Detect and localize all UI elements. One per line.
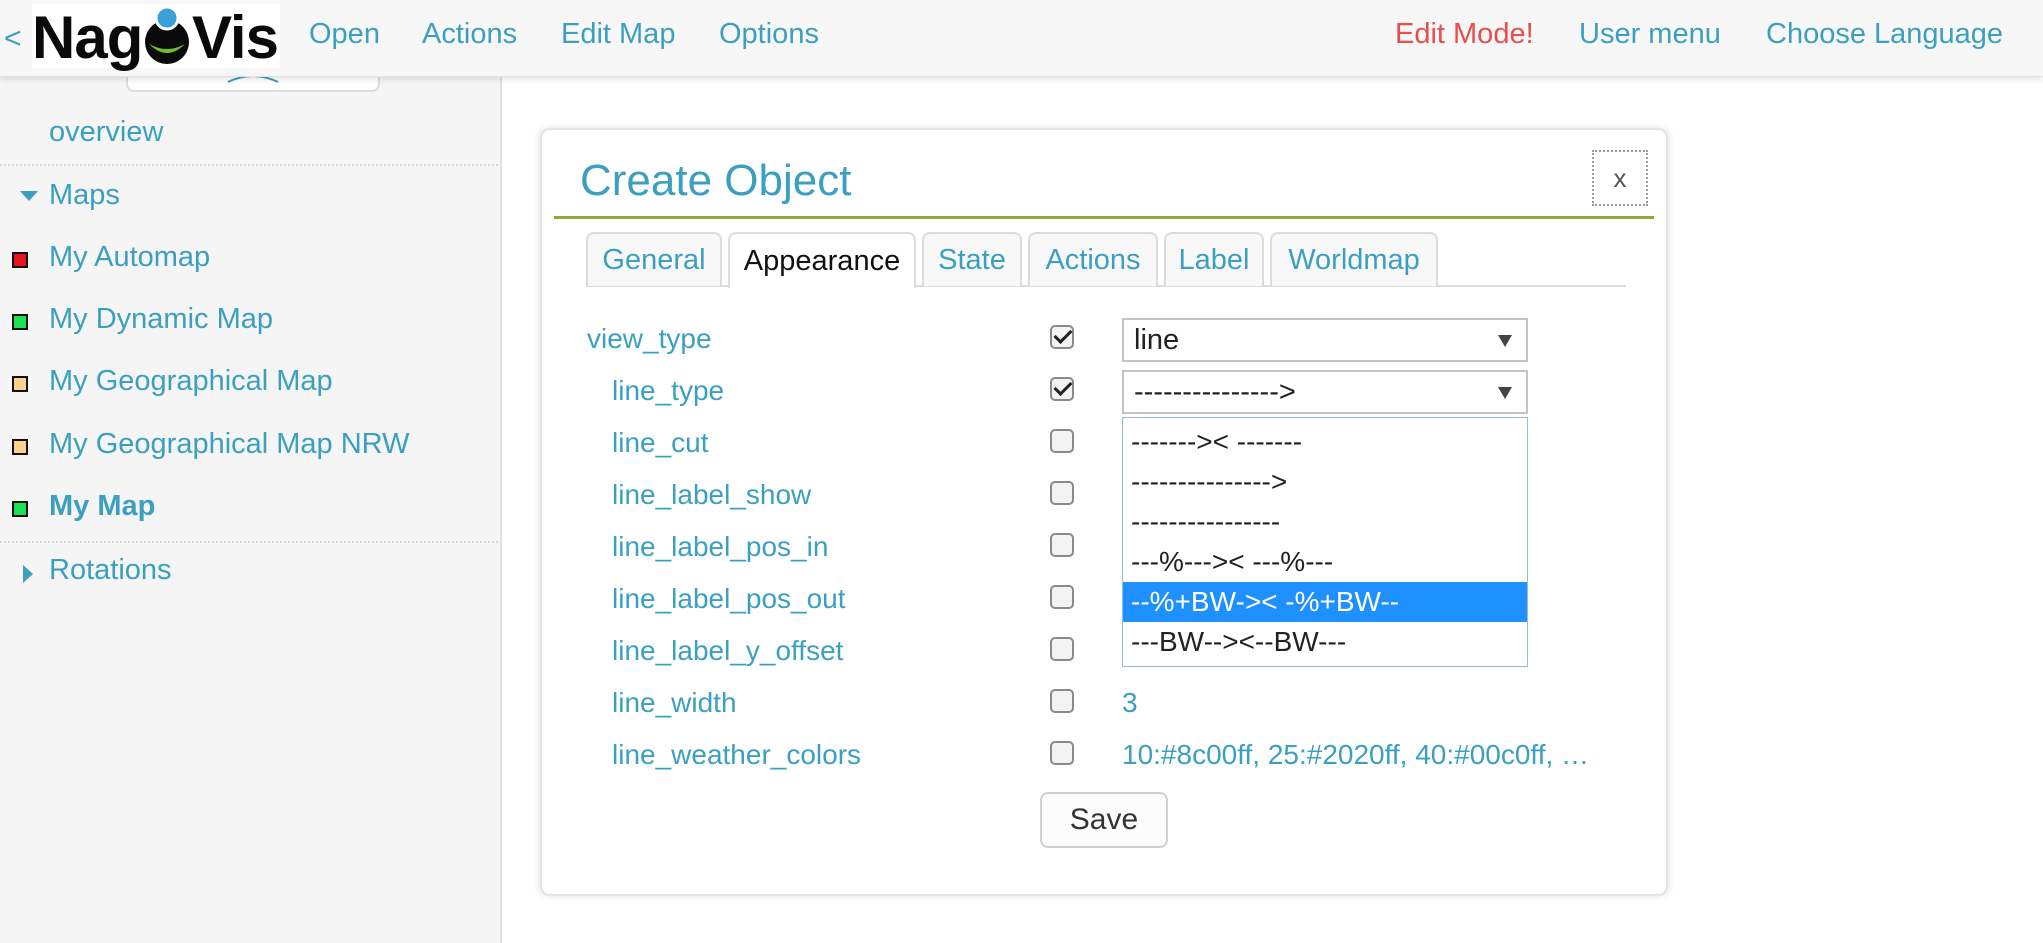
view-type-select[interactable]: line <box>1122 318 1528 362</box>
line-width-value[interactable]: 3 <box>1122 687 1138 719</box>
line-type-dropdown-list: ------->< ------- ---------------> -----… <box>1122 417 1528 667</box>
sidebar-item-my-automap[interactable]: My Automap <box>49 241 210 274</box>
top-menu-bar: < Nag Vis Open Actions Edit Map Options … <box>0 0 2043 77</box>
nagvis-logo[interactable]: Nag Vis <box>32 4 280 71</box>
menu-options[interactable]: Options <box>719 18 819 51</box>
tab-general[interactable]: General <box>586 232 722 286</box>
map-status-icon <box>12 501 28 517</box>
sidebar-heading-rotations[interactable]: Rotations <box>49 554 172 587</box>
save-button[interactable]: Save <box>1040 792 1168 848</box>
dropdown-option[interactable]: ---------------- <box>1123 502 1527 542</box>
line-weather-colors-value[interactable]: 10:#8c00ff, 25:#2020ff, 40:#00c0ff, … <box>1122 739 1589 771</box>
checkbox-line-label-pos-out[interactable] <box>1050 585 1074 609</box>
sidebar-item-overview[interactable]: overview <box>49 116 163 149</box>
map-status-icon <box>12 252 28 268</box>
tab-appearance[interactable]: Appearance <box>728 232 916 288</box>
prop-label-line-width: line_width <box>612 687 737 718</box>
logo-eye-icon <box>145 5 189 64</box>
expand-rotations-icon[interactable] <box>23 565 33 583</box>
menu-choose-language[interactable]: Choose Language <box>1766 18 2003 51</box>
tab-worldmap[interactable]: Worldmap <box>1270 232 1438 286</box>
dropdown-option[interactable]: ---%--->< ---%--- <box>1123 542 1527 582</box>
sidebar: overview Maps My Automap My Dynamic Map … <box>0 70 502 943</box>
prop-label-line-cut: line_cut <box>612 427 709 458</box>
close-button[interactable]: x <box>1592 150 1648 206</box>
sidebar-item-my-geographical-map-nrw[interactable]: My Geographical Map NRW <box>49 428 409 461</box>
sidebar-heading-maps[interactable]: Maps <box>49 179 120 212</box>
menu-user[interactable]: User menu <box>1579 18 1721 51</box>
logo-text-part1: Nag <box>32 4 143 71</box>
view-type-value: line <box>1134 324 1180 356</box>
sidebar-item-my-map[interactable]: My Map <box>49 490 155 523</box>
prop-label-view-type: view_type <box>587 323 712 354</box>
map-status-icon <box>12 314 28 330</box>
expand-maps-icon[interactable] <box>20 191 38 201</box>
checkbox-view-type[interactable] <box>1050 325 1074 349</box>
checkbox-line-cut[interactable] <box>1050 429 1074 453</box>
checkbox-line-label-show[interactable] <box>1050 481 1074 505</box>
dropdown-arrow-icon <box>1498 335 1512 347</box>
dropdown-option[interactable]: ------->< ------- <box>1123 422 1527 462</box>
menu-open[interactable]: Open <box>309 18 380 51</box>
menu-edit-map[interactable]: Edit Map <box>561 18 675 51</box>
edit-mode-indicator[interactable]: Edit Mode! <box>1395 18 1534 51</box>
sidebar-item-my-dynamic-map[interactable]: My Dynamic Map <box>49 303 273 336</box>
line-type-select[interactable]: ---------------> <box>1122 370 1528 414</box>
dialog-title: Create Object <box>580 156 852 205</box>
sidebar-divider <box>0 541 498 543</box>
collapse-sidebar-button[interactable]: < <box>4 22 22 56</box>
prop-label-line-weather-colors: line_weather_colors <box>612 739 862 770</box>
line-type-value: ---------------> <box>1134 376 1296 408</box>
prop-label-line-label-pos-out: line_label_pos_out <box>612 583 846 614</box>
checkbox-line-label-y-offset[interactable] <box>1050 637 1074 661</box>
dropdown-option-selected[interactable]: --%+BW->< -%+BW-- <box>1123 582 1527 622</box>
prop-label-line-type: line_type <box>612 375 725 406</box>
prop-label-line-label-show: line_label_show <box>612 479 812 510</box>
map-status-icon <box>12 376 28 392</box>
logo-text-part2: Vis <box>192 4 279 71</box>
create-object-dialog: Create Object x General Appearance State… <box>540 128 1668 896</box>
prop-label-line-label-y-offset: line_label_y_offset <box>612 635 844 666</box>
sidebar-item-my-geographical-map[interactable]: My Geographical Map <box>49 365 333 398</box>
map-status-icon <box>12 439 28 455</box>
title-divider <box>554 216 1654 219</box>
dropdown-arrow-icon <box>1498 387 1512 399</box>
dropdown-option[interactable]: ---BW--><--BW--- <box>1123 622 1527 662</box>
prop-label-line-label-pos-in: line_label_pos_in <box>612 531 829 562</box>
tab-label[interactable]: Label <box>1164 232 1264 286</box>
menu-actions[interactable]: Actions <box>422 18 517 51</box>
checkbox-line-width[interactable] <box>1050 689 1074 713</box>
tab-state[interactable]: State <box>922 232 1022 286</box>
checkbox-line-label-pos-in[interactable] <box>1050 533 1074 557</box>
tab-actions[interactable]: Actions <box>1028 232 1158 286</box>
dropdown-option[interactable]: ---------------> <box>1123 462 1527 502</box>
checkbox-line-weather-colors[interactable] <box>1050 741 1074 765</box>
sidebar-divider <box>0 164 498 166</box>
checkbox-line-type[interactable] <box>1050 377 1074 401</box>
